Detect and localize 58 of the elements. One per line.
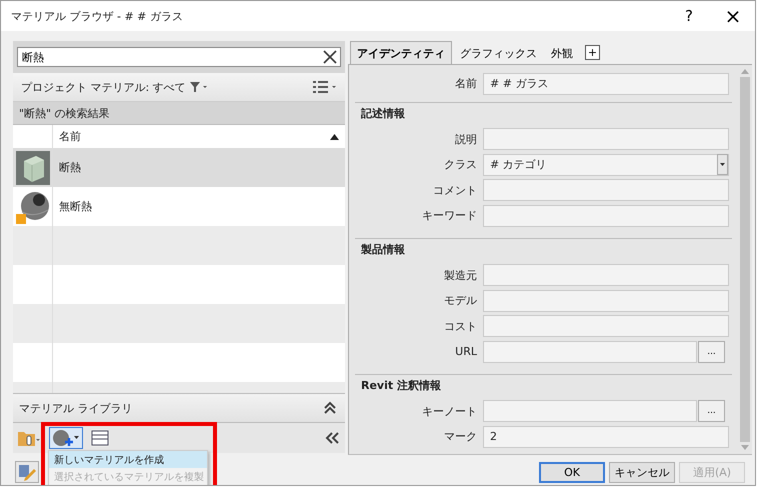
search-field[interactable]: 断熱 (17, 47, 341, 67)
input-field[interactable] (483, 264, 729, 286)
field-label: URL (454, 345, 478, 358)
input-field[interactable] (483, 315, 729, 338)
input-field[interactable] (483, 340, 697, 363)
browse-button[interactable]: ... (698, 340, 725, 363)
section-title: Revit 注釈情報 (360, 378, 442, 394)
section-title: 記述情報 (360, 106, 406, 122)
field-label: 製造元 (443, 268, 478, 283)
field-label: マーク (443, 429, 478, 444)
library-title: マテリアル ライブラリ (19, 400, 132, 416)
clear-icon[interactable] (322, 49, 338, 65)
expand-up-icon[interactable] (323, 401, 337, 415)
collapse-left-icon[interactable] (325, 432, 339, 444)
dropdown-field[interactable]: # カテゴリ (483, 154, 729, 176)
field-label: キーワード (421, 208, 478, 224)
scroll-up-icon[interactable] (741, 69, 749, 74)
tab[interactable]: アイデンティティ (350, 41, 452, 64)
close-button[interactable]: × (711, 1, 755, 31)
sphere-thumbnail-icon (16, 190, 50, 224)
cube-thumbnail-icon (16, 150, 50, 184)
material-name: 断熱 (59, 160, 81, 175)
field-label: クラス (443, 157, 478, 172)
dialog-button[interactable]: OK (539, 462, 605, 482)
input-field[interactable] (483, 290, 729, 312)
input-field[interactable] (483, 128, 729, 150)
results-header: "断熱" の検索結果 (13, 102, 345, 125)
field-label: キーノート (421, 404, 478, 419)
scroll-down-icon[interactable] (741, 444, 749, 450)
add-tab-button[interactable]: + (585, 45, 600, 60)
filter-icon[interactable] (190, 81, 208, 93)
tab[interactable]: 外観 (545, 43, 579, 64)
edit-icon[interactable] (15, 461, 39, 483)
browse-button[interactable]: ... (698, 400, 725, 422)
field-label: 説明 (454, 132, 478, 147)
folder-icon[interactable] (17, 429, 41, 447)
input-field[interactable]: 2 (483, 426, 729, 448)
window-title: マテリアル ブラウザ - # # ガラス (11, 8, 184, 24)
column-header[interactable]: 名前 (59, 129, 81, 144)
menu-item[interactable]: 新しいマテリアルを作成 (49, 451, 207, 468)
help-button[interactable]: ? (667, 1, 711, 31)
sort-icon[interactable] (330, 134, 339, 140)
input-field[interactable] (483, 204, 729, 227)
input-field[interactable] (483, 179, 729, 202)
new-material-button[interactable] (49, 427, 83, 449)
field-label: モデル (443, 293, 478, 308)
field-label: 名前 (454, 76, 478, 92)
panel-icon[interactable] (91, 430, 109, 446)
input-field[interactable]: # # ガラス (483, 72, 729, 95)
field-label: コメント (432, 182, 478, 198)
section-title: 製品情報 (360, 242, 406, 258)
material-row[interactable]: 断熱 (13, 148, 345, 187)
dialog-button[interactable]: キャンセル (609, 462, 675, 482)
input-field[interactable] (483, 400, 697, 422)
list-view-icon[interactable] (313, 80, 337, 94)
tab[interactable]: グラフィックス (454, 43, 543, 64)
field-label: コスト (443, 318, 478, 334)
material-name: 無断熱 (59, 199, 92, 214)
